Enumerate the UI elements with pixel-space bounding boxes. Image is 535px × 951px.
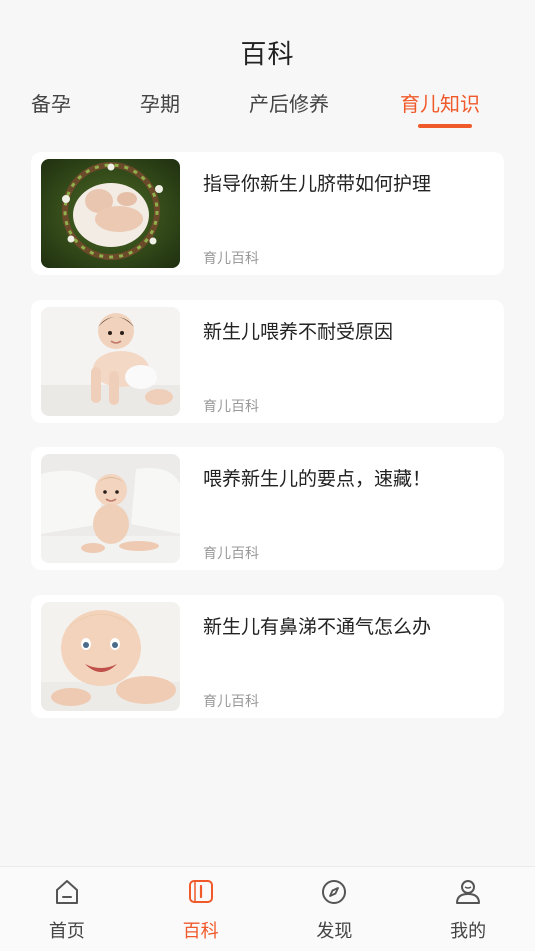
article-source: 育儿百科 (203, 251, 259, 267)
sitting-baby-image (41, 454, 180, 563)
crawling-baby-image (41, 306, 180, 416)
active-tab-indicator (418, 124, 472, 128)
nav-home-label: 首页 (48, 921, 85, 942)
nav-profile[interactable]: 我的 (401, 867, 535, 951)
article-source: 育儿百科 (203, 398, 259, 415)
tab-pregnancy[interactable]: 孕期 (140, 88, 180, 117)
home-icon (52, 877, 82, 907)
article-card[interactable]: 新生儿喂养不耐受原因 育儿百科 (31, 299, 504, 423)
tab-postpartum[interactable]: 产后修养 (249, 88, 329, 117)
bottom-navigation: 首页 百科 发现 我的 (0, 866, 535, 951)
article-thumbnail (41, 159, 180, 268)
article-title: 指导你新生儿脐带如何护理 (203, 173, 432, 195)
book-icon (186, 877, 216, 907)
newborn-wreath-image (41, 159, 180, 268)
smiling-baby-image (41, 601, 180, 711)
compass-icon (319, 877, 349, 907)
article-thumbnail (41, 454, 180, 563)
article-source: 育儿百科 (203, 546, 259, 562)
tab-prepregnancy[interactable]: 备孕 (31, 88, 71, 117)
article-source: 育儿百科 (203, 693, 259, 710)
tab-parenting[interactable]: 育儿知识 (400, 88, 480, 117)
article-list: 指导你新生儿脐带如何护理 育儿百科 新生儿喂养不耐受原因 育儿百科 喂养新生儿的… (31, 152, 504, 742)
article-thumbnail (41, 601, 180, 711)
app-root: 百科 备孕 孕期 产后修养 育儿知识 指导你新生儿脐带如何护理 育儿百科 新生儿… (0, 0, 535, 951)
nav-profile-label: 我的 (450, 921, 487, 942)
category-tabs: 备孕 孕期 产后修养 育儿知识 (0, 88, 535, 134)
profile-icon (453, 877, 483, 907)
nav-discover-label: 发现 (316, 921, 353, 942)
nav-encyclopedia-label: 百科 (182, 921, 219, 942)
article-thumbnail (41, 306, 180, 416)
article-title: 新生儿有鼻涕不通气怎么办 (203, 615, 432, 638)
article-card[interactable]: 新生儿有鼻涕不通气怎么办 育儿百科 (31, 594, 504, 718)
article-card[interactable]: 喂养新生儿的要点，速藏！ 育儿百科 (31, 447, 504, 570)
article-title: 新生儿喂养不耐受原因 (203, 320, 394, 343)
nav-encyclopedia[interactable]: 百科 (134, 867, 268, 951)
nav-discover[interactable]: 发现 (268, 867, 402, 951)
article-card[interactable]: 指导你新生儿脐带如何护理 育儿百科 (31, 152, 504, 275)
nav-home[interactable]: 首页 (0, 867, 134, 951)
article-title: 喂养新生儿的要点，速藏！ (203, 468, 432, 490)
page-title: 百科 (240, 40, 295, 70)
